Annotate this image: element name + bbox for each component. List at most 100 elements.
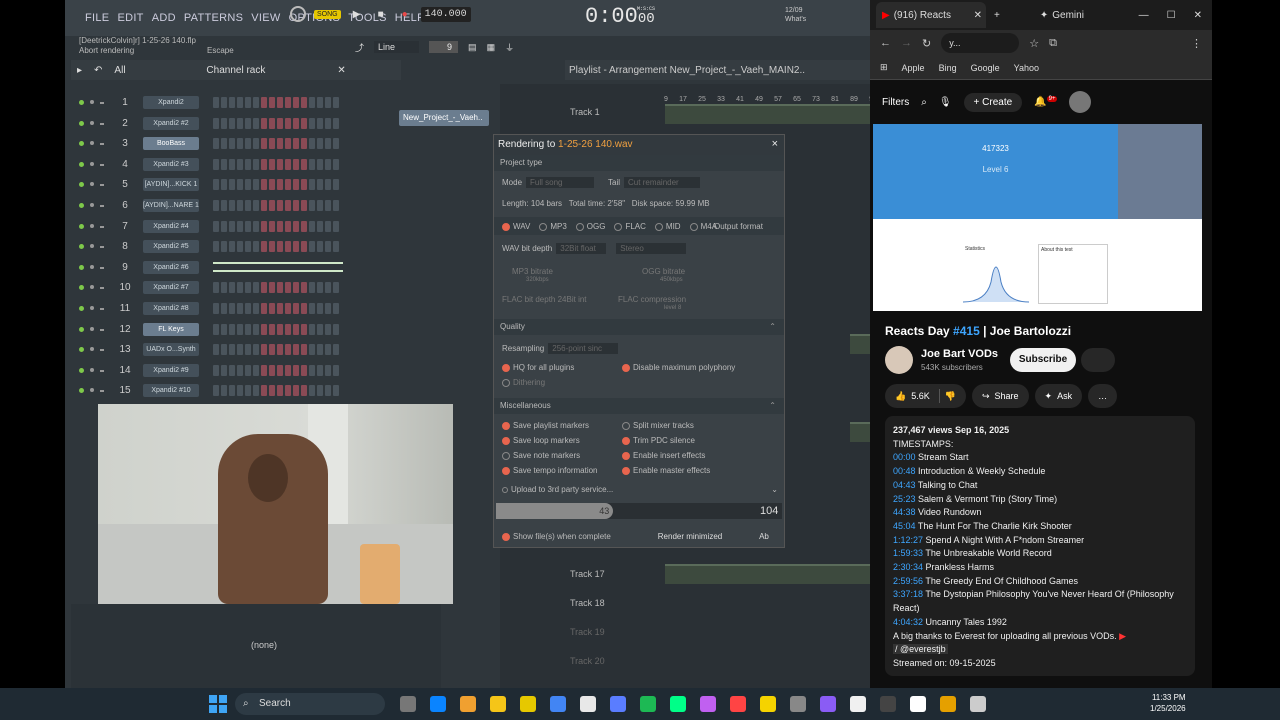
step-sequencer[interactable] xyxy=(213,241,339,253)
start-icon[interactable] xyxy=(209,695,227,713)
minimize-icon[interactable]: — xyxy=(1139,10,1149,21)
channel-mute-led[interactable] xyxy=(79,141,104,147)
format-option-m4a[interactable]: M4A xyxy=(689,222,717,231)
channel-mute-led[interactable] xyxy=(79,120,104,126)
taskbar-app-icon[interactable] xyxy=(430,696,446,712)
step-sequencer[interactable] xyxy=(213,200,339,211)
taskbar-app-icon[interactable] xyxy=(760,696,776,712)
format-option-wav[interactable]: WAV xyxy=(502,222,530,231)
channel-name-button[interactable]: [AYDIN]...KICK 1 xyxy=(143,178,199,192)
channel-name-button[interactable]: Xpandi2 #4 xyxy=(143,219,199,233)
step-sequencer[interactable] xyxy=(213,158,339,170)
join-button[interactable] xyxy=(1081,348,1115,372)
record-icon[interactable]: ● xyxy=(397,6,413,22)
taskbar-app-icon[interactable] xyxy=(670,696,686,712)
bookmark-bing[interactable]: Bing xyxy=(939,63,957,73)
dithering-option[interactable]: Dithering xyxy=(502,378,545,387)
channel-mute-led[interactable] xyxy=(79,347,104,353)
taskbar-app-icon[interactable] xyxy=(580,696,596,712)
undo-icon[interactable]: ↶ xyxy=(94,65,102,76)
wav-bit-select[interactable]: 32Bit float xyxy=(556,243,607,254)
bookmark-yahoo[interactable]: Yahoo xyxy=(1014,63,1039,73)
channel-mute-led[interactable] xyxy=(79,203,104,208)
disable-poly-option[interactable]: Disable maximum polyphony xyxy=(622,363,735,372)
resampling-select[interactable]: 256-point sinc xyxy=(548,343,619,354)
rack-menu-icon[interactable]: ▸ xyxy=(77,65,82,76)
channel-name[interactable]: Joe Bart VODs xyxy=(921,348,998,360)
misc-option[interactable]: Save tempo information xyxy=(502,466,598,475)
video-description[interactable]: 237,467 views Sep 16, 2025 TIMESTAMPS: 0… xyxy=(885,416,1195,676)
channel-name-button[interactable]: UADx O...Synth xyxy=(143,343,199,357)
channel-avatar[interactable] xyxy=(885,346,913,374)
channel-name-button[interactable]: Xpandi2 #3 xyxy=(143,157,199,171)
track-label[interactable]: Track 17 xyxy=(570,562,628,586)
channel-mute-led[interactable] xyxy=(79,182,104,188)
mixer-route-none[interactable]: (none) xyxy=(251,640,277,650)
taskbar-app-icon[interactable] xyxy=(460,696,476,712)
new-tab-icon[interactable]: + xyxy=(994,10,1000,21)
timestamp-link[interactable]: 45:04 xyxy=(893,521,916,531)
timestamp-link[interactable]: 2:30:34 xyxy=(893,562,923,572)
timestamp-link[interactable]: 44:38 xyxy=(893,507,916,517)
taskbar-clock[interactable]: 11:33 PM 1/25/2026 xyxy=(1150,692,1186,714)
tab-gemini[interactable]: ✦ Gemini xyxy=(1040,10,1084,21)
flac-bit-value[interactable]: 24Bit int xyxy=(558,295,587,304)
taskbar-app-icon[interactable] xyxy=(850,696,866,712)
misc-option[interactable]: Save note markers xyxy=(502,451,580,460)
address-bar[interactable]: y... xyxy=(941,33,1020,53)
channel-name-button[interactable]: Xpandi2 #9 xyxy=(143,363,199,377)
channel-row[interactable]: 5 [AYDIN]...KICK 1 xyxy=(71,176,401,193)
channel-row[interactable]: 15 Xpandi2 #10 xyxy=(71,382,401,399)
channel-row[interactable]: 9 Xpandi2 #6 xyxy=(71,259,401,276)
timestamp-link[interactable]: 2:59:56 xyxy=(893,576,923,586)
step-sequencer[interactable] xyxy=(213,323,339,335)
step-sequencer[interactable] xyxy=(213,303,339,314)
more-icon[interactable]: ⋮ xyxy=(1191,37,1202,50)
misc-option[interactable]: Enable insert effects xyxy=(622,451,705,460)
mixer-icon[interactable]: ▤ xyxy=(468,42,477,53)
clip[interactable] xyxy=(665,564,870,584)
taskbar-app-icon[interactable] xyxy=(550,696,566,712)
channel-mute-led[interactable] xyxy=(79,285,104,291)
extensions-icon[interactable]: ⧉ xyxy=(1049,37,1057,50)
timestamp-link[interactable]: 3:37:18 xyxy=(893,589,923,599)
channel-name-button[interactable]: Xpandi2 #6 xyxy=(143,260,199,274)
format-option-ogg[interactable]: OGG xyxy=(575,222,605,231)
bookmark-apple[interactable]: Apple xyxy=(902,63,925,73)
taskbar-app-icon[interactable] xyxy=(700,696,716,712)
ask-button[interactable]: ✦ Ask xyxy=(1034,384,1083,408)
subscribe-button[interactable]: Subscribe xyxy=(1010,348,1076,372)
step-sequencer[interactable] xyxy=(213,179,339,191)
step-sequencer[interactable] xyxy=(213,262,343,273)
channel-row[interactable]: 2 Xpandi2 #2 xyxy=(71,115,401,132)
menu-add[interactable]: ADD xyxy=(148,12,180,24)
channel-name-button[interactable]: Xpandi2 #7 xyxy=(143,281,199,295)
stop-icon[interactable]: ■ xyxy=(373,6,389,22)
track-label[interactable]: Track 1 xyxy=(570,100,628,124)
share-button[interactable]: ↪ Share xyxy=(971,384,1029,408)
mic-icon[interactable]: 🎙 xyxy=(939,97,952,108)
pattern-tab[interactable]: New_Project_-_Vaeh.. xyxy=(399,110,489,126)
avatar[interactable] xyxy=(1069,91,1092,113)
channel-name-button[interactable]: BooBass xyxy=(143,137,199,151)
hq-plugins-option[interactable]: HQ for all plugins xyxy=(502,363,574,372)
channel-row[interactable]: 12 FL Keys xyxy=(71,321,401,338)
bookmark-google[interactable]: Google xyxy=(971,63,1000,73)
timestamp-link[interactable]: 00:48 xyxy=(893,466,916,476)
close-icon[interactable]: × xyxy=(772,138,778,150)
channel-name-button[interactable]: Xpandi2 xyxy=(143,96,199,109)
channel-mute-led[interactable] xyxy=(79,244,104,250)
step-sequencer[interactable] xyxy=(213,344,339,356)
channel-name-button[interactable]: Xpandi2 #5 xyxy=(143,240,199,254)
create-button[interactable]: + Create xyxy=(963,92,1023,112)
snap-select[interactable]: Line xyxy=(374,41,420,53)
pat-song-knob-icon[interactable] xyxy=(290,6,306,22)
video-player[interactable]: 417323 Level 6 Statistics About this test xyxy=(873,124,1202,311)
channel-row[interactable]: 14 Xpandi2 #9 xyxy=(71,362,401,379)
misc-option[interactable]: Save loop markers xyxy=(502,436,580,445)
tab-youtube[interactable]: ▶ (916) Reacts ✕ xyxy=(876,2,986,28)
clip[interactable] xyxy=(850,334,870,354)
handle-link[interactable]: / @everestjb xyxy=(893,643,1187,657)
misc-option[interactable]: Trim PDC silence xyxy=(622,436,695,445)
channel-name-button[interactable]: Xpandi2 #2 xyxy=(143,116,199,130)
